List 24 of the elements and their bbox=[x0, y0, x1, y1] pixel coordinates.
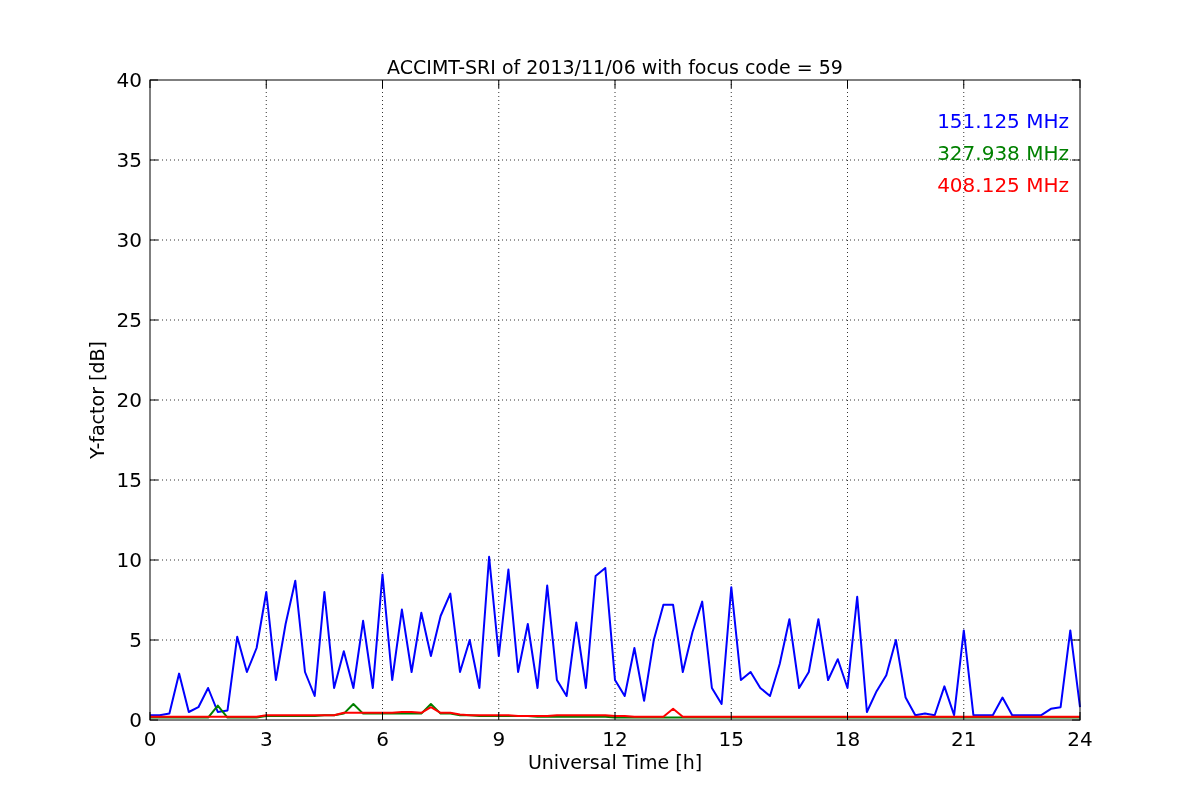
x-tick-label: 21 bbox=[951, 727, 977, 751]
x-tick-label: 6 bbox=[376, 727, 389, 751]
y-tick-label: 25 bbox=[116, 308, 142, 332]
y-tick-label: 30 bbox=[116, 228, 142, 252]
legend-label: 408.125 MHz bbox=[937, 173, 1069, 197]
x-tick-label: 3 bbox=[259, 727, 273, 751]
y-tick-label: 15 bbox=[116, 468, 142, 492]
x-tick-label: 15 bbox=[718, 727, 744, 751]
x-tick-label: 12 bbox=[602, 727, 628, 751]
y-tick-label: 20 bbox=[116, 388, 142, 412]
y-tick-label: 40 bbox=[116, 68, 142, 92]
y-tick-label: 35 bbox=[116, 148, 142, 172]
y-tick-label: 10 bbox=[116, 548, 142, 572]
x-tick-label: 0 bbox=[143, 727, 157, 751]
y-tick-label: 5 bbox=[129, 628, 142, 652]
legend-label: 151.125 MHz bbox=[937, 109, 1069, 133]
legend-label: 327.938 MHz bbox=[937, 141, 1069, 165]
y-tick-label: 0 bbox=[129, 708, 142, 732]
x-axis-label: Universal Time [h] bbox=[527, 751, 703, 773]
x-tick-label: 24 bbox=[1067, 727, 1093, 751]
x-tick-label: 9 bbox=[492, 727, 506, 751]
chart-title: ACCIMT-SRI of 2013/11/06 with focus code = 59 bbox=[387, 56, 843, 78]
y-axis-label: Y-factor [dB] bbox=[86, 341, 108, 459]
x-tick-label: 18 bbox=[834, 727, 861, 751]
